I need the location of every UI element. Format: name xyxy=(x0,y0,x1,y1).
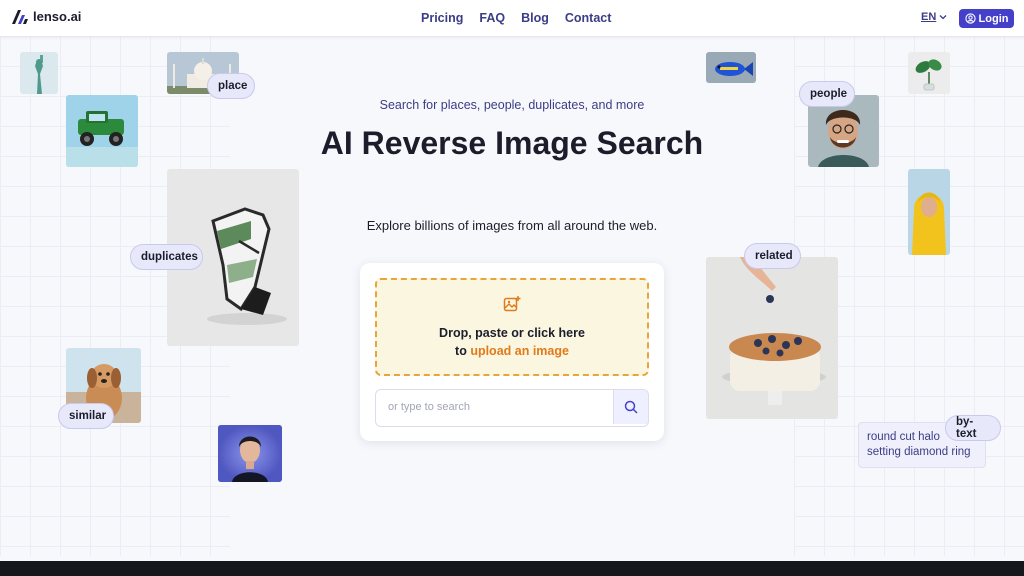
tag-duplicates-label: duplicates xyxy=(141,251,198,263)
language-selector[interactable]: EN xyxy=(921,11,947,23)
tag-similar-label: similar xyxy=(69,410,107,422)
tag-people[interactable]: people xyxy=(799,81,855,107)
dropzone-prefix: to xyxy=(455,344,471,358)
brand-logo[interactable]: lenso.ai xyxy=(12,9,81,24)
tag-place-label: place xyxy=(218,80,248,92)
chevron-down-icon xyxy=(939,15,947,20)
tag-similar[interactable]: similar xyxy=(58,403,114,429)
search-button[interactable] xyxy=(613,390,648,424)
main-nav: Pricing FAQ Blog Contact xyxy=(421,11,611,25)
yellow-raincoat-image[interactable] xyxy=(908,169,950,255)
hero-subtitle: Explore billions of images from all arou… xyxy=(366,218,658,233)
nav-link-blog[interactable]: Blog xyxy=(521,11,549,25)
footer-bar xyxy=(0,561,1024,576)
dropzone-instruction: Drop, paste or click here xyxy=(439,326,585,340)
plant-image[interactable] xyxy=(908,52,950,94)
text-query-line-2: setting diamond ring xyxy=(867,446,971,458)
language-code: EN xyxy=(921,11,937,23)
woman-portrait-image[interactable] xyxy=(218,425,282,482)
nav-link-pricing[interactable]: Pricing xyxy=(421,11,463,25)
nav-link-contact[interactable]: Contact xyxy=(565,11,612,25)
dropzone-instruction-secondary: to upload an image xyxy=(377,344,647,358)
cake-image[interactable] xyxy=(706,257,838,419)
search-bar xyxy=(375,389,649,427)
login-label: Login xyxy=(978,12,1009,25)
statue-of-liberty-image[interactable] xyxy=(20,52,58,94)
tag-place[interactable]: place xyxy=(207,73,255,99)
search-input[interactable] xyxy=(376,390,612,424)
tag-people-label: people xyxy=(810,88,848,100)
lenso-logo-icon xyxy=(12,9,28,24)
search-card: Drop, paste or click here to upload an i… xyxy=(360,263,664,441)
blue-fish-image[interactable] xyxy=(706,52,756,83)
nav-link-faq[interactable]: FAQ xyxy=(479,11,505,25)
search-icon xyxy=(624,400,638,414)
login-button[interactable]: Login xyxy=(959,9,1014,28)
tag-related-label: related xyxy=(755,250,793,262)
image-plus-icon xyxy=(503,296,521,312)
tag-by-text[interactable]: by-text xyxy=(945,415,1001,441)
tag-by-text-label: by-text xyxy=(956,416,977,440)
user-circle-icon xyxy=(964,13,976,24)
brand-name: lenso.ai xyxy=(33,9,82,24)
tag-duplicates[interactable]: duplicates xyxy=(130,244,203,270)
page-title: AI Reverse Image Search xyxy=(320,125,704,161)
upload-image-link[interactable]: upload an image xyxy=(470,344,569,358)
image-dropzone[interactable]: Drop, paste or click here to upload an i… xyxy=(375,278,649,376)
tag-related[interactable]: related xyxy=(744,243,801,269)
top-navbar: lenso.ai Pricing FAQ Blog Contact EN Log… xyxy=(0,0,1024,37)
